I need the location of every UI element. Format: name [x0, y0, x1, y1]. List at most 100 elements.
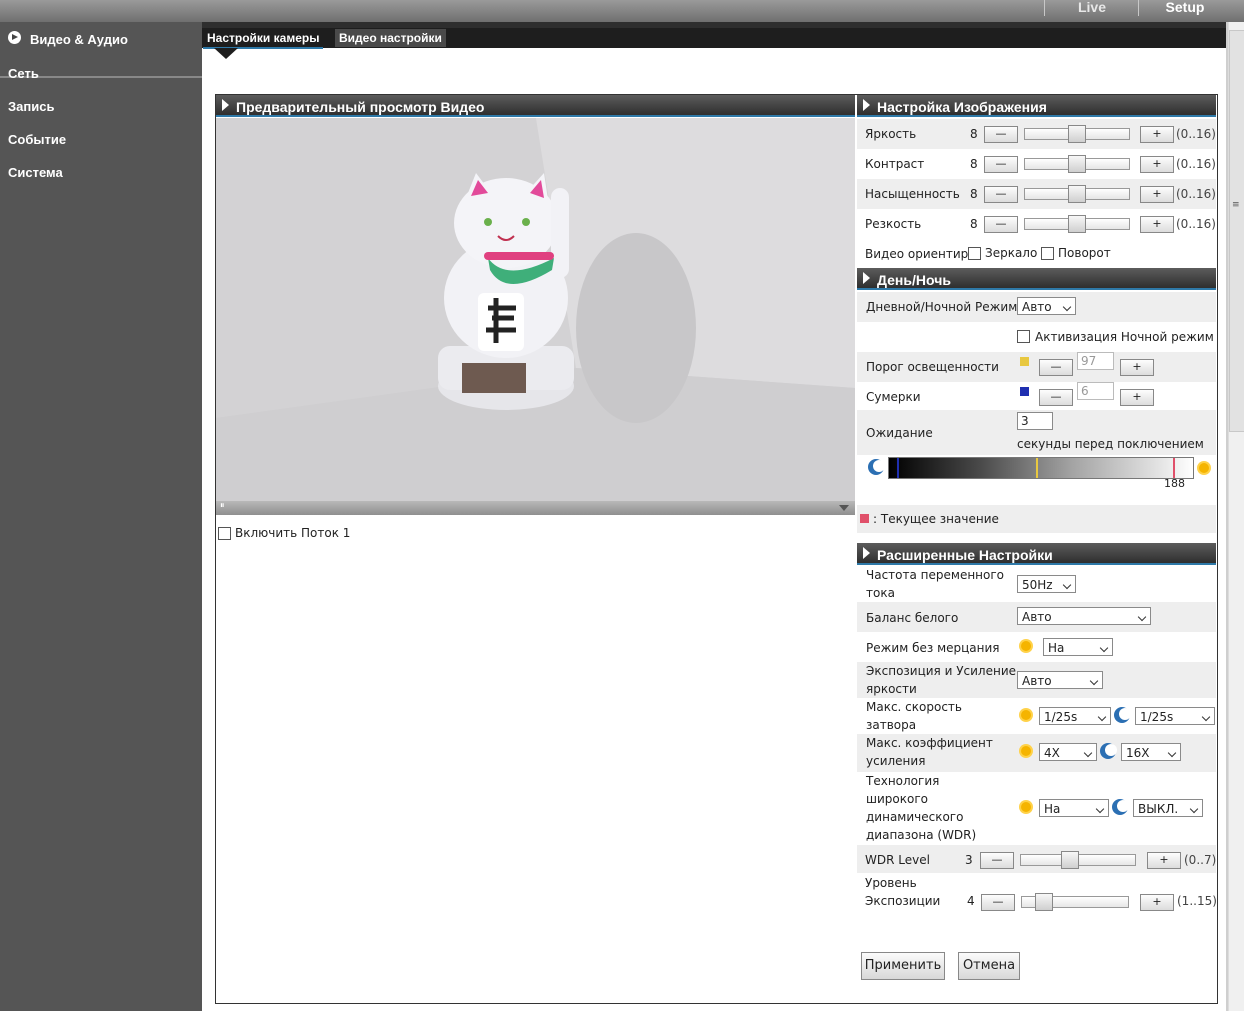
current-value-legend: : Текущее значение [873, 512, 999, 526]
sharpness-minus-button[interactable]: — [984, 216, 1018, 233]
rotate-label: Поворот [1058, 246, 1111, 260]
saturation-plus-button[interactable]: + [1140, 186, 1174, 203]
daynight-header: День/Ночь [857, 268, 1216, 290]
exposure-level-plus-button[interactable]: + [1140, 894, 1174, 911]
contrast-minus-button[interactable]: — [984, 156, 1018, 173]
sharpness-plus-button[interactable]: + [1140, 216, 1174, 233]
live-tab[interactable]: Live [1046, 0, 1138, 16]
saturation-label: Насыщенность [865, 187, 960, 201]
sidebar-item-network[interactable]: Сеть [8, 66, 39, 81]
wdr-level-minus-button[interactable]: — [980, 852, 1014, 869]
wdr-level-range: (0..7) [1184, 853, 1217, 867]
wdr-level-plus-button[interactable]: + [1147, 852, 1181, 869]
daynight-mode-label: Дневной/Ночной Режим [866, 300, 1018, 314]
brightness-value: 8 [970, 127, 978, 141]
dusk-minus-button[interactable]: — [1039, 389, 1073, 406]
rotate-checkbox[interactable] [1041, 247, 1054, 260]
gain-day-select[interactable]: 4X [1039, 743, 1097, 761]
brightness-minus-button[interactable]: — [984, 126, 1018, 143]
sidebar-item-system[interactable]: Система [8, 165, 63, 180]
sidebar-item-recording[interactable]: Запись [8, 99, 54, 114]
scrollbar-thumb[interactable] [1229, 30, 1244, 432]
saturation-value: 8 [970, 187, 978, 201]
dusk-marker [897, 458, 899, 478]
sidebar: Видео & Аудио Сеть Запись Событие Систем… [0, 22, 202, 1011]
moon-icon [1114, 707, 1131, 723]
exposure-level-label: Уровень [865, 876, 917, 890]
ac-frequency-label-line2: тока [866, 586, 895, 600]
white-balance-select[interactable]: Авто [1017, 607, 1151, 625]
cancel-button[interactable]: Отмена [958, 952, 1020, 980]
video-control-bar: ⏸ [216, 501, 855, 515]
wdr-level-label: WDR Level [865, 853, 930, 867]
wdr-label-line3: динамического [866, 810, 964, 824]
sidebar-item-event[interactable]: Событие [8, 132, 66, 147]
contrast-slider-thumb[interactable] [1068, 155, 1086, 173]
dusk-input[interactable]: 6 [1077, 382, 1114, 400]
saturation-minus-button[interactable]: — [984, 186, 1018, 203]
moon-icon [1112, 799, 1129, 815]
ac-frequency-select[interactable]: 50Hz [1017, 575, 1076, 593]
current-light-value: 188 [1164, 477, 1185, 490]
enable-stream-checkbox[interactable] [218, 527, 231, 540]
sun-icon [1018, 638, 1034, 654]
wdr-level-slider-thumb[interactable] [1061, 851, 1080, 869]
sun-icon [1196, 460, 1212, 476]
dusk-plus-button[interactable]: + [1120, 389, 1154, 406]
contrast-plus-button[interactable]: + [1140, 156, 1174, 173]
daynight-title: День/Ночь [877, 272, 951, 288]
exposure-level-slider-thumb[interactable] [1035, 893, 1054, 911]
expand-triangle-icon [222, 99, 229, 111]
gain-label-line2: усиления [866, 754, 926, 768]
light-level-bar [888, 457, 1194, 479]
preview-title: Предварительный просмотр Видео [236, 99, 485, 115]
wait-label: Ожидание [866, 426, 933, 440]
wdr-label: Технология [866, 774, 940, 788]
flicker-label: Режим без мерцания [866, 641, 1000, 655]
dropdown-arrow-icon[interactable] [839, 505, 849, 511]
pause-icon[interactable]: ⏸ [220, 501, 225, 511]
threshold-input[interactable]: 97 [1077, 352, 1114, 370]
current-value-swatch [860, 514, 869, 523]
top-separator [1138, 0, 1139, 16]
wdr-label-line4: диапазона (WDR) [866, 828, 977, 842]
wdr-day-select[interactable]: На [1039, 799, 1109, 817]
brightness-plus-button[interactable]: + [1140, 126, 1174, 143]
top-bar: Live Setup [0, 0, 1244, 22]
setup-tab[interactable]: Setup [1140, 0, 1230, 16]
tab-camera-settings[interactable]: Настройки камеры [203, 29, 324, 49]
expand-triangle-icon [863, 547, 870, 559]
brightness-label: Яркость [865, 127, 917, 141]
scroll-grip-icon: ≡ [1232, 200, 1240, 210]
exposure-select[interactable]: Авто [1017, 671, 1103, 689]
exposure-level-minus-button[interactable]: — [981, 894, 1015, 911]
sharpness-slider-thumb[interactable] [1068, 215, 1086, 233]
contrast-value: 8 [970, 157, 978, 171]
shutter-label: Макс. скорость [866, 700, 962, 714]
orientation-label: Видео ориентир [865, 247, 969, 261]
advanced-title: Расширенные Настройки [877, 547, 1053, 563]
expand-triangle-icon [863, 272, 870, 284]
exposure-label-line2: яркости [866, 682, 917, 696]
wdr-night-select[interactable]: ВЫКЛ. [1133, 799, 1203, 817]
gain-night-select[interactable]: 16X [1121, 743, 1181, 761]
daynight-mode-select[interactable]: Авто [1017, 297, 1076, 315]
threshold-minus-button[interactable]: — [1039, 359, 1073, 376]
shutter-night-select[interactable]: 1/25s [1135, 707, 1215, 725]
wdr-label-line2: широкого [866, 792, 928, 806]
threshold-plus-button[interactable]: + [1120, 359, 1154, 376]
current-value-marker [1173, 458, 1175, 478]
brightness-slider-thumb[interactable] [1068, 125, 1086, 143]
dusk-color-swatch [1020, 387, 1029, 396]
saturation-slider-thumb[interactable] [1068, 185, 1086, 203]
tab-video-settings[interactable]: Видео настройки [335, 29, 446, 47]
apply-button[interactable]: Применить [861, 952, 945, 980]
mirror-checkbox[interactable] [968, 247, 981, 260]
shutter-day-select[interactable]: 1/25s [1039, 707, 1111, 725]
wait-input[interactable]: 3 [1017, 412, 1053, 430]
sidebar-item-video-audio[interactable]: Видео & Аудио [30, 32, 128, 47]
night-mode-checkbox[interactable] [1017, 330, 1030, 343]
flicker-select[interactable]: На [1043, 638, 1113, 656]
white-balance-label: Баланс белого [866, 611, 959, 625]
gain-label: Макс. коэффициент [866, 736, 993, 750]
